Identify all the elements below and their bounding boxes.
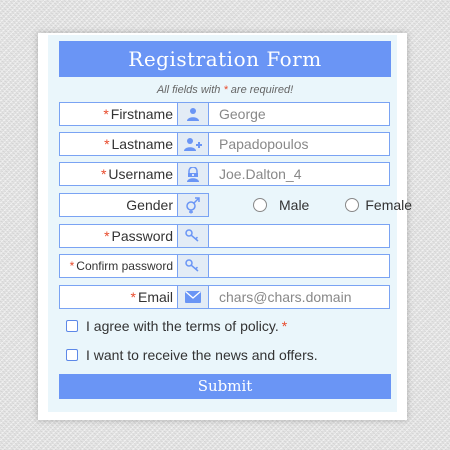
envelope-icon [177,285,209,309]
key-icon [177,224,209,248]
terms-checkbox-row[interactable]: I agree with the terms of policy. * [66,318,287,334]
gender-label: Gender [59,193,177,217]
user-icon [177,102,209,126]
lastname-row: * Lastname Papadopoulos [59,132,390,156]
required-star: * [104,136,110,152]
password-label: * Password [59,224,177,248]
required-star: * [103,106,109,122]
add-user-icon [177,132,209,156]
firstname-label: * Firstname [59,102,177,126]
confirm-password-label-text: Confirm password [76,259,173,273]
required-star: * [69,259,75,273]
required-star: * [281,318,288,334]
confirm-password-input[interactable] [209,254,390,278]
lastname-input[interactable]: Papadopoulos [209,132,390,156]
submit-button[interactable]: Submit [59,374,391,399]
confirm-password-label: * Confirm password [59,254,177,278]
terms-label: I agree with the terms of policy. [86,318,279,334]
username-row: * Username Joe.Dalton_4 [59,162,390,186]
email-label: * Email [59,285,177,309]
required-star: * [130,289,136,305]
gender-option-male[interactable]: Male [253,197,309,213]
form-title: Registration Form [59,41,391,77]
gender-row: Gender Male Female [59,193,412,217]
lastname-label-text: Lastname [111,136,173,152]
gender-icon [177,193,209,217]
email-label-text: Email [137,289,173,305]
gender-options: Male Female [209,193,412,217]
username-input[interactable]: Joe.Dalton_4 [209,162,390,186]
email-row: * Email chars@chars.domain [59,285,390,309]
username-label-text: Username [108,166,173,182]
news-label: I want to receive the news and offers. [86,347,318,363]
password-row: * Password [59,224,390,248]
required-note-star: * [223,84,228,96]
user-lock-icon [177,162,209,186]
gender-option-female[interactable]: Female [345,197,412,213]
required-note-suffix: are required! [230,84,294,96]
lastname-label: * Lastname [59,132,177,156]
key-icon [177,254,209,278]
required-star: * [104,228,110,244]
female-radio[interactable] [345,198,360,212]
news-checkbox-row[interactable]: I want to receive the news and offers. [66,347,318,363]
required-star: * [100,166,107,182]
news-checkbox[interactable] [66,349,78,361]
male-label: Male [279,197,310,213]
confirm-password-row: * Confirm password [59,254,390,278]
email-input[interactable]: chars@chars.domain [209,285,390,309]
required-note: All fields with * are required! [59,84,391,96]
terms-checkbox[interactable] [66,320,78,332]
female-label: Female [365,197,413,213]
required-note-prefix: All fields with [156,84,221,96]
password-label-text: Password [111,228,173,244]
firstname-label-text: Firstname [110,106,173,122]
male-radio[interactable] [253,198,267,212]
username-label: * Username [59,162,177,186]
firstname-input[interactable]: George [209,102,390,126]
password-input[interactable] [209,224,390,248]
firstname-row: * Firstname George [59,102,390,126]
